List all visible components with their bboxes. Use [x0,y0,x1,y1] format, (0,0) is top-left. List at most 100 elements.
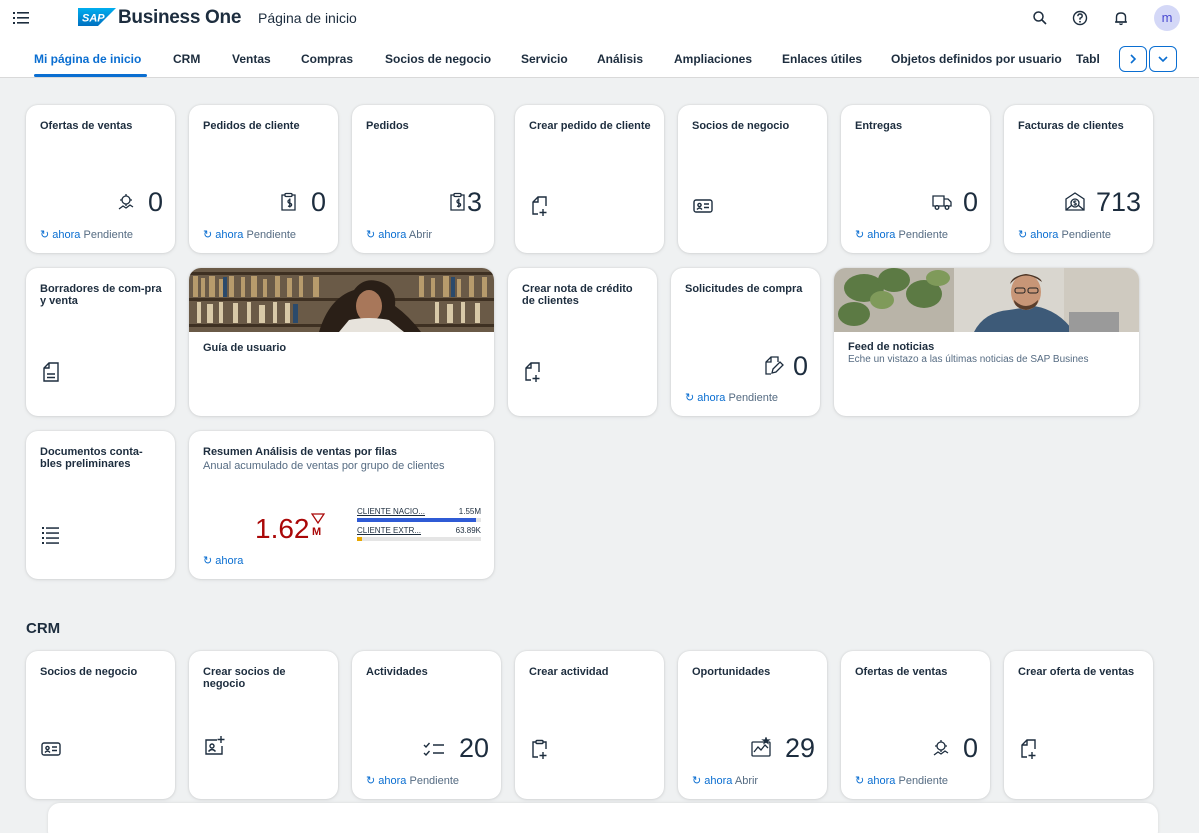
tile-value: 0 [792,351,808,381]
tile-crm-crear-actividad[interactable]: Crear actividad [515,651,664,799]
refresh-time: ahora [378,775,407,787]
tile-status: Pendiente [898,229,949,241]
tile-crear-pedido[interactable]: Crear pedido de cliente [515,105,664,253]
tab-crm[interactable]: CRM [173,52,200,66]
refresh-time: ahora [697,392,726,404]
tab-overflow-button[interactable] [1149,46,1177,72]
refresh-icon[interactable]: ↻ [685,392,697,404]
tile-crm-crear-oferta[interactable]: Crear oferta de ventas [1004,651,1153,799]
sales-quote-icon [930,737,952,759]
tile-title: Crear pedido de cliente [529,120,651,132]
tile-title: Borradores de com-pra y venta [40,283,162,307]
user-avatar[interactable]: m [1154,5,1180,31]
brand-name: Business One [118,7,242,28]
tab-compras[interactable]: Compras [301,52,353,66]
refresh-icon[interactable]: ↻ [203,229,215,241]
tile-value: 3 [466,187,482,217]
help-icon[interactable] [1071,9,1089,27]
tab-objetos-definidos[interactable]: Objetos definidos por usuario [891,52,1062,66]
tile-title: Ofertas de ventas [855,666,948,678]
tile-documentos-contables[interactable]: Documentos conta-bles preliminares [26,431,175,579]
document-add-icon [529,195,551,217]
bar-row: CLIENTE NACIO... 1.55M [357,507,481,526]
tab-enlaces-utiles[interactable]: Enlaces útiles [782,52,862,66]
tile-status: Abrir [408,229,433,241]
search-icon[interactable] [1031,9,1049,27]
tile-crm-oportunidades[interactable]: Oportunidades 29 ↻ ahora Abrir [678,651,827,799]
document-add-icon [1018,738,1040,760]
tile-pedidos[interactable]: Pedidos 3 ↻ ahora Abrir [352,105,494,253]
refresh-icon[interactable]: ↻ [203,555,215,567]
tile-crm-crear-socios[interactable]: Crear socios de negocio [189,651,338,799]
tile-title: Solicitudes de compra [685,283,803,295]
tile-borradores[interactable]: Borradores de com-pra y venta [26,268,175,416]
tile-ofertas-de-ventas[interactable]: Ofertas de ventas 0 ↻ ahora Pendiente [26,105,175,253]
tile-facturas-de-clientes[interactable]: Facturas de clientes 713 ↻ ahora Pendien… [1004,105,1153,253]
tile-footer: ↻ ahora Pendiente [203,228,296,241]
tile-crear-nota-credito[interactable]: Crear nota de crédito de clientes [508,268,657,416]
refresh-time: ahora [215,229,244,241]
sales-quote-icon [115,191,137,213]
tile-footer: ↻ ahora Pendiente [685,391,778,404]
tab-analisis[interactable]: Análisis [597,52,643,66]
tile-title: Crear oferta de ventas [1018,666,1135,678]
tile-guia-de-usuario[interactable]: Guía de usuario [189,268,494,416]
news-photo [834,268,1139,332]
tile-crm-socios[interactable]: Socios de negocio [26,651,175,799]
sap-logo[interactable]: SAP [78,8,116,26]
tile-title: Ofertas de ventas [40,120,133,132]
tab-socios-de-negocio[interactable]: Socios de negocio [385,52,491,66]
tile-crm-ofertas-de-ventas[interactable]: Ofertas de ventas 0 ↻ ahora Pendiente [841,651,990,799]
refresh-icon[interactable]: ↻ [366,229,378,241]
refresh-icon[interactable]: ↻ [1018,229,1030,241]
refresh-icon[interactable]: ↻ [855,775,867,787]
refresh-icon[interactable]: ↻ [692,775,704,787]
refresh-time: ahora [704,775,733,787]
tile-feed-de-noticias[interactable]: Feed de noticias Eche un vistazo a las ú… [834,268,1139,416]
kpi-value: 1.62 [255,513,310,544]
tile-title: Socios de negocio [40,666,138,678]
library-photo [189,268,494,332]
menu-icon[interactable] [12,9,30,27]
tile-subtitle: Eche un vistazo a las últimas noticias d… [848,354,1089,365]
bar-label: CLIENTE NACIO... [357,507,426,516]
tile-title: Oportunidades [692,666,771,678]
tab-servicio[interactable]: Servicio [521,52,568,66]
business-card-icon [40,738,62,760]
comparison-bar-chart: CLIENTE NACIO... 1.55M CLIENTE EXTR... 63.8… [357,507,481,547]
refresh-icon[interactable]: ↻ [855,229,867,241]
tab-scroll-right-button[interactable] [1119,46,1147,72]
tile-footer: ↻ ahora Pendiente [855,774,948,787]
tile-title: Crear actividad [529,666,609,678]
bar [357,518,476,522]
notifications-bell-icon[interactable] [1112,9,1130,27]
tile-title: Crear socios de negocio [203,666,286,690]
edit-document-icon [762,355,784,377]
tile-title: Resumen Análisis de ventas por filas [203,446,397,458]
tile-crm-actividades[interactable]: Actividades 20 ↻ ahora Pendiente [352,651,501,799]
tile-title: Guía de usuario [203,342,287,354]
add-contact-icon [203,735,225,757]
tile-pedidos-de-cliente[interactable]: Pedidos de cliente 0 ↻ ahora Pendiente [189,105,338,253]
refresh-time: ahora [867,229,896,241]
tab-ventas[interactable]: Ventas [232,52,271,66]
tile-value: 0 [962,187,978,217]
tile-entregas[interactable]: Entregas 0 ↻ ahora Pendiente [841,105,990,253]
tile-title: Actividades [366,666,428,678]
tab-mi-pagina[interactable]: Mi página de inicio [34,52,141,66]
tile-solicitudes-de-compra[interactable]: Solicitudes de compra 0 ↻ ahora Pendient… [671,268,820,416]
refresh-time: ahora [867,775,896,787]
tile-status: Abrir [734,775,759,787]
list-icon [40,524,62,546]
refresh-icon[interactable]: ↻ [40,229,52,241]
bar-track [357,537,481,541]
tile-resumen-analisis-ventas[interactable]: Resumen Análisis de ventas por filas Anu… [189,431,494,579]
tile-socios-de-negocio[interactable]: Socios de negocio [678,105,827,253]
tile-value: 29 [784,733,815,763]
bar-value: 63.89K [455,526,481,535]
tab-ampliaciones[interactable]: Ampliaciones [674,52,752,66]
tab-tablas[interactable]: Tabl [1076,52,1116,66]
tile-title: Entregas [855,120,903,132]
tile-footer: ↻ ahora Abrir [366,228,432,241]
refresh-icon[interactable]: ↻ [366,775,378,787]
